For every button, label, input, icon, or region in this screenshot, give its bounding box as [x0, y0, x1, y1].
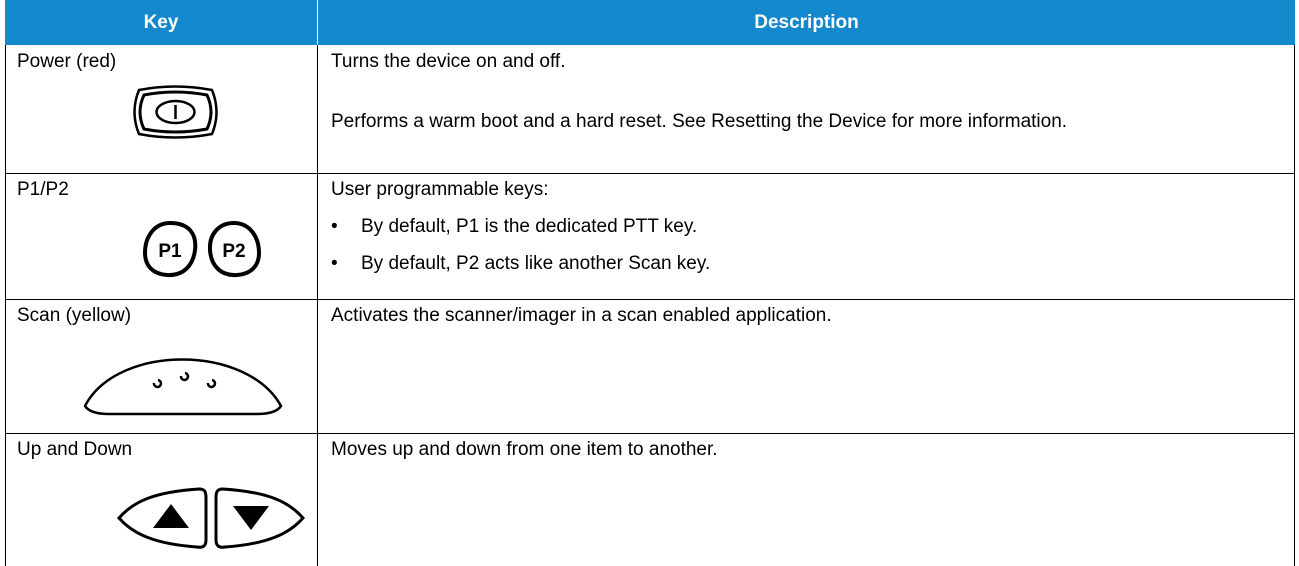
power-button-icon [133, 85, 218, 139]
p2-key-label: P2 [222, 241, 245, 262]
scan-key-icon [83, 358, 283, 416]
row-description-line: Turns the device on and off. [331, 51, 566, 72]
bullet-marker: • [331, 216, 338, 237]
row-divider [5, 173, 1295, 174]
bullet-item: By default, P1 is the dedicated PTT key. [361, 216, 698, 237]
p1-key-icon: P1 [142, 220, 198, 278]
bullet-item: By default, P2 acts like another Scan ke… [361, 253, 711, 274]
header-description: Description [754, 12, 859, 33]
row-description-line: Moves up and down from one item to anoth… [331, 439, 718, 460]
p2-key-icon: P2 [207, 220, 262, 278]
table-header: Key Description [5, 0, 1295, 45]
row-key-updown: Up and Down [17, 439, 133, 460]
p1-key-label: P1 [158, 241, 182, 262]
row-divider [5, 433, 1295, 434]
row-key-scan: Scan (yellow) [17, 305, 132, 326]
row-description-line: Performs a warm boot and a hard reset. S… [331, 111, 1068, 132]
header-key: Key [143, 12, 179, 33]
bullet-marker: • [331, 253, 338, 274]
down-arrow-key-icon [214, 487, 305, 549]
row-description-line: User programmable keys: [331, 179, 549, 200]
column-divider [317, 45, 318, 566]
up-arrow-key-icon [117, 487, 208, 549]
row-key-p1p2: P1/P2 [17, 179, 69, 200]
row-key-power: Power (red) [17, 51, 117, 72]
row-description-line: Activates the scanner/imager in a scan e… [331, 305, 832, 326]
key-description-table: Key Description Power (red) Turns the de… [5, 0, 1295, 566]
row-divider [5, 299, 1295, 300]
table-border-left [5, 45, 6, 566]
table-border-right [1294, 45, 1295, 566]
